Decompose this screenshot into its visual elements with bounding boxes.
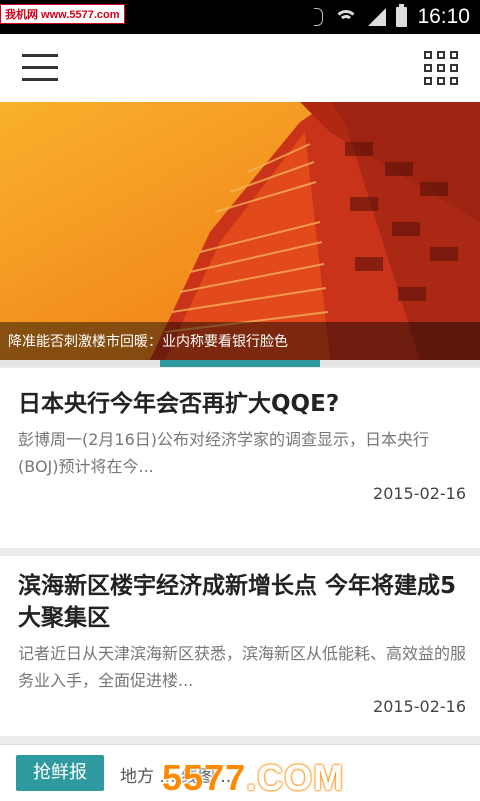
app-toolbar [0,34,480,103]
bluetooth-icon [314,8,324,26]
grid-apps-icon[interactable] [424,51,458,85]
hero-caption-bar: 降准能否刺激楼市回暖：业内称要看银行脸色 [0,322,480,360]
article-summary: 彭博周一(2月16日)公布对经济学家的调查显示，日本央行(BOJ)预计将在今..… [18,430,430,476]
wifi-icon [334,8,359,26]
hamburger-menu-icon[interactable] [22,54,58,82]
article-card[interactable]: 日本央行今年会否再扩大QQE? 彭博周一(2月16日)公布对经济学家的调查显示，… [0,368,480,548]
article-date: 2015-02-16 [373,697,466,716]
grab-news-button[interactable]: 抢鲜报 [16,755,104,791]
hero-banner[interactable]: 降准能否刺激楼市回暖：业内称要看银行脸色 [0,102,480,360]
carousel-indicator [0,360,480,367]
carousel-indicator-active [160,360,320,367]
watermark-suffix: .COM [246,757,345,798]
article-card[interactable]: 滨海新区楼宇经济成新增长点 今年将建成5大聚集区 记者近日从天津滨海新区获悉，滨… [0,556,480,736]
status-bar: 我机网 www.5577.com 16:10 [0,0,480,34]
status-clock: 16:10 [417,5,470,28]
signal-icon [368,8,387,26]
article-title: 滨海新区楼宇经济成新增长点 今年将建成5大聚集区 [18,573,457,631]
article-date: 2015-02-16 [373,484,466,503]
status-icons: 16:10 [314,0,470,34]
watermark-main: 5577 [162,757,247,798]
watermark-logo: 5577.COM [162,757,344,799]
article-title: 日本央行今年会否再扩大QQE? [18,391,340,417]
battery-icon [396,4,408,27]
hero-caption: 降准能否刺激楼市回暖：业内称要看银行脸色 [8,334,288,350]
article-summary: 记者近日从天津滨海新区获悉，滨海新区从低能耗、高效益的服务业入手，全面促进楼..… [18,644,467,690]
watermark-tag: 我机网 www.5577.com [0,4,125,24]
